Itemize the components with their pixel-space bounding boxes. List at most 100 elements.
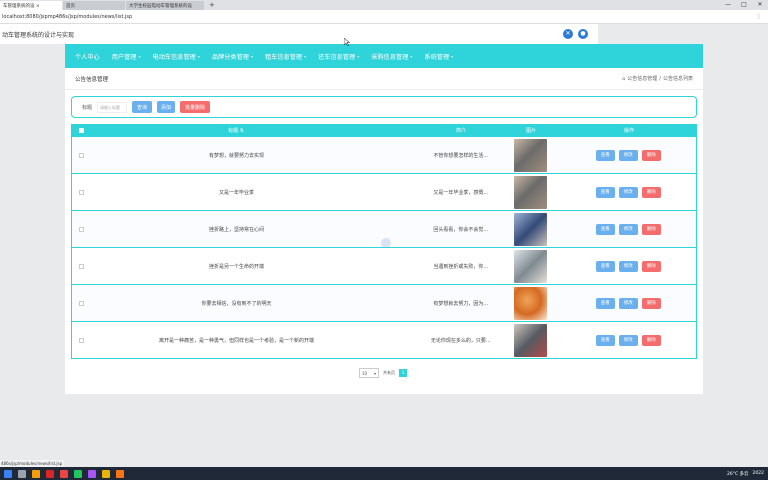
new-tab-button[interactable]: +: [205, 1, 219, 10]
view-button[interactable]: 查看: [595, 223, 615, 235]
minimize-button[interactable]: —: [720, 0, 736, 10]
taskbar: 26°C 多云 2022: [0, 467, 768, 480]
edit-button[interactable]: 修改: [618, 334, 638, 346]
page-size-select[interactable]: 10 ▾: [359, 368, 379, 378]
wps-icon[interactable]: [46, 469, 54, 478]
row-checkbox[interactable]: [79, 226, 85, 232]
view-button[interactable]: 查看: [595, 334, 615, 346]
edit-button[interactable]: 修改: [618, 186, 638, 198]
table-header: 标题 ⇅ 简介 图片 操作: [71, 124, 697, 137]
header-ops: 操作: [623, 128, 634, 134]
app-icon[interactable]: [88, 469, 96, 478]
page-number-current[interactable]: 1: [399, 369, 407, 377]
header-intro: 简介: [455, 128, 466, 134]
browser-menu-icon[interactable]: ⋮: [756, 13, 762, 20]
batch-delete-button[interactable]: 批量删除: [180, 101, 211, 113]
user-icon[interactable]: ●: [578, 29, 588, 39]
breadcrumb-separator: /: [659, 75, 661, 82]
nav-item-label: 用户管理: [111, 53, 137, 61]
edit-button[interactable]: 修改: [618, 223, 638, 235]
address-bar[interactable]: localhost:8080/jspmp486s/jsp/modules/new…: [0, 10, 768, 24]
query-button[interactable]: 查询: [132, 101, 153, 113]
maximize-button[interactable]: □: [736, 0, 752, 10]
close-window-button[interactable]: ✕: [752, 0, 768, 10]
nav-item-rentals[interactable]: 租车信息管理 ▾: [265, 52, 306, 61]
fullscreen-icon[interactable]: ✕: [563, 29, 573, 39]
row-checkbox[interactable]: [79, 152, 85, 158]
nav-item-purchases[interactable]: 采购信息管理 ▾: [371, 52, 412, 61]
browser-tab-strip: 车管理系统的设 × 首页 大学生校园电动车管理系统的设 + — □ ✕: [0, 0, 768, 10]
app-icon[interactable]: [60, 469, 68, 478]
home-icon[interactable]: ⌂: [622, 76, 625, 82]
nav-item-label: 品牌分类管理: [211, 53, 249, 61]
edit-button[interactable]: 修改: [618, 297, 638, 309]
view-button[interactable]: 查看: [595, 260, 615, 272]
chrome-icon[interactable]: [74, 469, 82, 478]
browser-tab[interactable]: 大学生校园电动车管理系统的设: [126, 1, 204, 10]
delete-button[interactable]: 删除: [641, 223, 661, 235]
row-checkbox[interactable]: [79, 189, 85, 195]
delete-button[interactable]: 删除: [641, 260, 661, 272]
row-title: 挫折是另一个生命的开端: [208, 263, 264, 270]
browser-tab[interactable]: 车管理系统的设 ×: [0, 1, 62, 10]
nav-item-label: 个人中心: [75, 53, 100, 61]
browser-tab[interactable]: 首页: [63, 1, 125, 10]
clock-text[interactable]: 2022: [753, 471, 764, 476]
chevron-down-icon: ▾: [373, 370, 376, 376]
app-icon[interactable]: [116, 469, 124, 478]
page-header: 公告信息管理 ⌂ 公告信息管理 / 公告信息列表: [65, 68, 703, 90]
nav-item-brands[interactable]: 品牌分类管理 ▾: [212, 52, 253, 61]
nav-item-personal[interactable]: 个人中心: [75, 52, 100, 61]
nav-item-returns[interactable]: 还车信息管理 ▾: [318, 52, 359, 61]
start-icon[interactable]: [4, 469, 12, 478]
row-thumbnail: [514, 175, 548, 209]
row-checkbox[interactable]: [79, 300, 85, 306]
row-title: 离开是一种痛苦，是一种勇气，但同样也是一个考验，是一个新的开端: [158, 337, 314, 344]
select-all-checkbox[interactable]: [78, 128, 84, 133]
folder-icon[interactable]: [32, 469, 40, 478]
nav-item-system[interactable]: 系统管理 ▾: [424, 52, 453, 61]
pagination: 10 ▾ 共有页 1: [359, 368, 407, 378]
view-button[interactable]: 查看: [595, 297, 615, 309]
status-bar-url: 486s/jsp/modules/news/list.jsp: [0, 460, 64, 467]
delete-button[interactable]: 删除: [641, 149, 661, 161]
nav-item-users[interactable]: 用户管理 ▾: [112, 52, 141, 61]
row-title: 又是一年毕业季: [218, 189, 254, 196]
table-row: 有梦想，就要努力去实现 不管你想要怎样的生活... 查看 修改 删除: [71, 137, 697, 174]
delete-button[interactable]: 删除: [641, 334, 661, 346]
caret-icon: ▾: [138, 53, 141, 59]
app-icon[interactable]: [102, 469, 110, 478]
row-intro: 当遇到挫折或失败，你...: [433, 263, 489, 270]
edit-button[interactable]: 修改: [618, 149, 638, 161]
weather-text[interactable]: 26°C 多云: [727, 471, 749, 477]
app-title: 动车管理系统的设计与实现: [2, 31, 75, 39]
row-thumbnail: [514, 212, 548, 246]
mouse-pointer-icon: [344, 38, 350, 46]
search-icon[interactable]: [18, 469, 26, 478]
caret-icon: ▾: [250, 53, 253, 59]
delete-button[interactable]: 删除: [641, 297, 661, 309]
breadcrumb-item[interactable]: 公告信息管理: [627, 75, 657, 82]
row-checkbox[interactable]: [79, 337, 85, 343]
add-button[interactable]: 添加: [157, 101, 176, 113]
nav-item-label: 电动车信息管理: [152, 53, 196, 61]
view-button[interactable]: 查看: [595, 149, 615, 161]
nav-item-ebikes[interactable]: 电动车信息管理 ▾: [153, 52, 200, 61]
table-row: 你要去相信，没有到不了的明天 有梦想就去努力，因为... 查看 修改 删除: [71, 285, 697, 322]
row-thumbnail: [514, 138, 548, 172]
address-url[interactable]: localhost:8080/jspmp486s/jsp/modules/new…: [2, 14, 132, 20]
header-title[interactable]: 标题 ⇅: [91, 127, 381, 134]
nav-item-label: 采购信息管理: [371, 53, 409, 61]
caret-icon: ▾: [357, 53, 360, 59]
title-search-input[interactable]: 请输入标题: [97, 101, 128, 113]
search-label: 标题: [82, 104, 93, 111]
edit-button[interactable]: 修改: [618, 260, 638, 272]
delete-button[interactable]: 删除: [641, 186, 661, 198]
view-button[interactable]: 查看: [595, 186, 615, 198]
breadcrumb: ⌂ 公告信息管理 / 公告信息列表: [622, 75, 693, 83]
row-title: 有梦想，就要努力去实现: [208, 152, 264, 159]
row-checkbox[interactable]: [79, 263, 85, 269]
table-row: 挫折是另一个生命的开端 当遇到挫折或失败，你... 查看 修改 删除: [71, 248, 697, 285]
row-thumbnail: [514, 249, 548, 283]
table-body: 有梦想，就要努力去实现 不管你想要怎样的生活... 查看 修改 删除 又是一年毕业季 又是一…: [71, 137, 697, 359]
